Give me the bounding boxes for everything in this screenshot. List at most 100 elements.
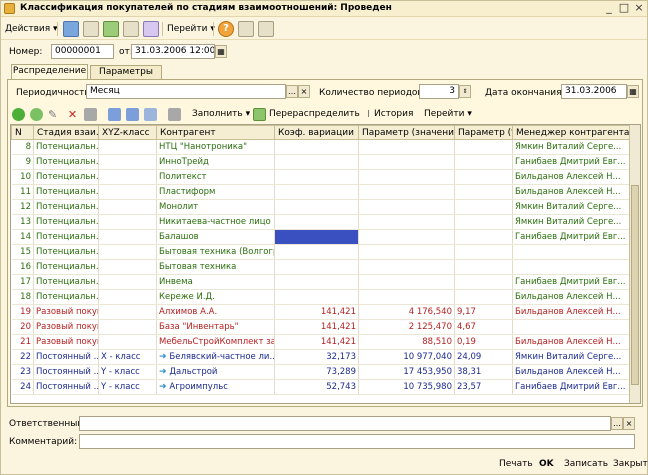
row-coef[interactable] [274,199,359,215]
save-document-icon[interactable] [83,21,99,37]
redistribute-button[interactable]: Перераспределить [269,109,360,119]
row-contractor[interactable]: МебельСтройКомплект за... [156,334,275,350]
row-param-percent[interactable] [454,259,513,275]
table-row[interactable]: 10 Потенциальн... Политекст Бильданов Алекс… [11,169,630,185]
minimize-button[interactable]: _ [602,2,616,15]
row-param-value[interactable] [358,199,455,215]
row-param-percent[interactable] [454,289,513,305]
row-coef[interactable] [274,289,359,305]
row-coef[interactable]: 141,421 [274,319,359,335]
row-stage[interactable]: Потенциальн... [33,244,99,260]
row-coef[interactable]: 52,743 [274,379,359,395]
row-number[interactable]: 9 [11,154,34,170]
row-number[interactable]: 19 [11,304,34,320]
row-xyz-class[interactable] [98,154,157,170]
row-param-value[interactable] [358,289,455,305]
row-param-percent[interactable]: 24,09 [454,349,513,365]
row-manager[interactable]: Бильданов Алексей Н... [512,184,630,200]
row-xyz-class[interactable] [98,334,157,350]
row-contractor[interactable]: Инвема [156,274,275,290]
goto-menu[interactable]: Перейти ▾ [167,21,215,37]
column-header-n[interactable]: N [11,125,34,140]
calendar-icon[interactable]: ▦ [627,85,639,98]
move-up-icon[interactable] [108,108,121,121]
row-stage[interactable]: Потенциальн... [33,289,99,305]
table-row[interactable]: 23 Постоянный ... Y - класс ➜ Дальстрой 73,2… [11,364,630,380]
row-contractor[interactable]: Бытовая техника [156,259,275,275]
row-param-value[interactable]: 10 735,980 [358,379,455,395]
row-contractor[interactable]: Монолит [156,199,275,215]
row-param-percent[interactable] [454,169,513,185]
row-param-percent[interactable] [454,139,513,155]
row-param-value[interactable] [358,169,455,185]
row-manager[interactable]: Бильданов Алексей Н... [512,334,630,350]
row-param-percent[interactable] [454,229,513,245]
row-stage[interactable]: Потенциальн... [33,199,99,215]
refresh-icon[interactable] [103,21,119,37]
table-row[interactable]: 20Разовый покуп... База "Инвентарь"141,42… [11,319,630,335]
row-xyz-class[interactable]: Y - класс [98,364,157,380]
row-stage[interactable]: Потенциальн... [33,214,99,230]
column-header-stage[interactable]: Стадия взаи... [33,125,99,140]
move-down-icon[interactable] [126,108,139,121]
row-param-value[interactable] [358,214,455,230]
row-manager[interactable]: Бильданов Алексей Н... [512,169,630,185]
row-contractor[interactable]: Политекст [156,169,275,185]
row-coef[interactable] [274,214,359,230]
ok-button[interactable]: OK [539,459,554,469]
table-row[interactable]: 24 Постоянный ... Y - класс ➜ Агроимпульс 52… [11,379,630,395]
table-row[interactable]: 18 Потенциальн... Кереже И.Д. Бильданов Але… [11,289,630,305]
row-param-percent[interactable]: 9,17 [454,304,513,320]
row-param-percent[interactable] [454,274,513,290]
responsible-field[interactable] [79,416,611,431]
table-row[interactable]: 16 Потенциальн... Бытовая техника [11,259,630,275]
row-manager[interactable]: Ямкин Виталий Серге... [512,349,630,365]
row-contractor[interactable]: Пластиформ [156,184,275,200]
row-manager[interactable]: Ганибаев Дмитрий Евг... [512,229,630,245]
row-param-percent[interactable]: 38,31 [454,364,513,380]
row-number[interactable]: 16 [11,259,34,275]
row-contractor[interactable]: База "Инвентарь" [156,319,275,335]
row-xyz-class[interactable] [98,304,157,320]
row-xyz-class[interactable] [98,259,157,275]
row-manager[interactable] [512,319,630,335]
row-xyz-class[interactable] [98,289,157,305]
table-row[interactable]: 21Разовый покуп... МебельСтройКомплект за… [11,334,630,350]
list-view-icon[interactable] [238,21,254,37]
row-stage[interactable]: Разовый покуп... [33,304,99,320]
row-coef[interactable]: 32,173 [274,349,359,365]
row-xyz-class[interactable] [98,229,157,245]
row-param-value[interactable] [358,259,455,275]
row-coef[interactable] [274,154,359,170]
row-param-value[interactable] [358,184,455,200]
row-param-value[interactable] [358,139,455,155]
date-field[interactable]: 31.03.2006 12:00:00 [131,44,215,59]
column-header-coef[interactable]: Коэф. вариации [274,125,359,140]
table-row[interactable]: 19Разовый покуп... Алхимов А.А.141,4214 1… [11,304,630,320]
filter-icon[interactable] [168,108,181,121]
row-contractor[interactable]: Балашов [156,229,275,245]
spinner-icon[interactable]: ⇕ [459,85,471,98]
row-param-value[interactable]: 88,510 [358,334,455,350]
history-button[interactable]: История [374,109,413,119]
row-stage[interactable]: Постоянный ... [33,364,99,380]
row-manager[interactable]: Ямкин Виталий Серге... [512,139,630,155]
row-manager[interactable]: Ямкин Виталий Серге... [512,199,630,215]
row-contractor[interactable]: Никитаева-частное лицо [156,214,275,230]
column-header-contractor[interactable]: Контрагент [156,125,275,140]
delete-row-icon[interactable]: ✕ [66,108,79,121]
row-coef[interactable] [274,259,359,275]
comment-field[interactable] [79,434,635,449]
row-contractor[interactable]: Алхимов А.А. [156,304,275,320]
row-stage[interactable]: Потенциальн... [33,154,99,170]
end-date-field[interactable]: 31.03.2006 [561,84,627,99]
row-param-percent[interactable] [454,184,513,200]
row-number[interactable]: 20 [11,319,34,335]
row-number[interactable]: 22 [11,349,34,365]
row-manager[interactable]: Бильданов Алексей Н... [512,289,630,305]
row-manager[interactable] [512,244,630,260]
end-edit-icon[interactable] [84,108,97,121]
row-param-percent[interactable] [454,154,513,170]
table-row[interactable]: 12 Потенциальн... Монолит Ямкин Виталий Сер… [11,199,630,215]
row-xyz-class[interactable]: X - класс [98,349,157,365]
